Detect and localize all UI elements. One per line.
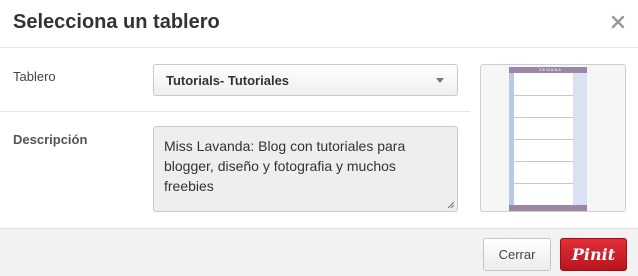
row-divider: [0, 111, 470, 112]
planner-row-line: [514, 183, 573, 184]
planner-row-line: [514, 139, 573, 140]
pin-image-preview: SEMANA: [480, 64, 626, 212]
select-board-dialog: Selecciona un tablero Tablero Tutorials-…: [0, 0, 638, 276]
resize-grip-icon[interactable]: [447, 201, 455, 209]
chevron-down-icon: [436, 78, 444, 83]
cancel-button[interactable]: Cerrar: [483, 238, 551, 271]
planner-row-line: [514, 161, 573, 162]
board-select[interactable]: Tutorials- Tutoriales: [153, 64, 458, 96]
dialog-header: Selecciona un tablero: [0, 0, 638, 48]
description-text: Miss Lavanda: Blog con tutoriales para b…: [164, 138, 406, 194]
board-select-value: Tutorials- Tutoriales: [166, 73, 290, 88]
dialog-title: Selecciona un tablero: [13, 11, 220, 33]
planner-image: SEMANA: [509, 67, 587, 211]
close-icon[interactable]: [610, 14, 626, 30]
planner-footer-bar: [509, 205, 587, 211]
pin-it-button[interactable]: Pinit: [560, 238, 627, 271]
planner-notes-column: [573, 73, 587, 205]
dialog-footer: Cerrar Pinit: [0, 228, 638, 276]
description-textarea[interactable]: Miss Lavanda: Blog con tutoriales para b…: [153, 126, 458, 212]
planner-row-line: [514, 95, 573, 96]
description-label: Descripción: [13, 132, 88, 147]
planner-row-line: [514, 117, 573, 118]
planner-header-text: SEMANA: [539, 67, 562, 72]
board-label: Tablero: [13, 69, 56, 84]
